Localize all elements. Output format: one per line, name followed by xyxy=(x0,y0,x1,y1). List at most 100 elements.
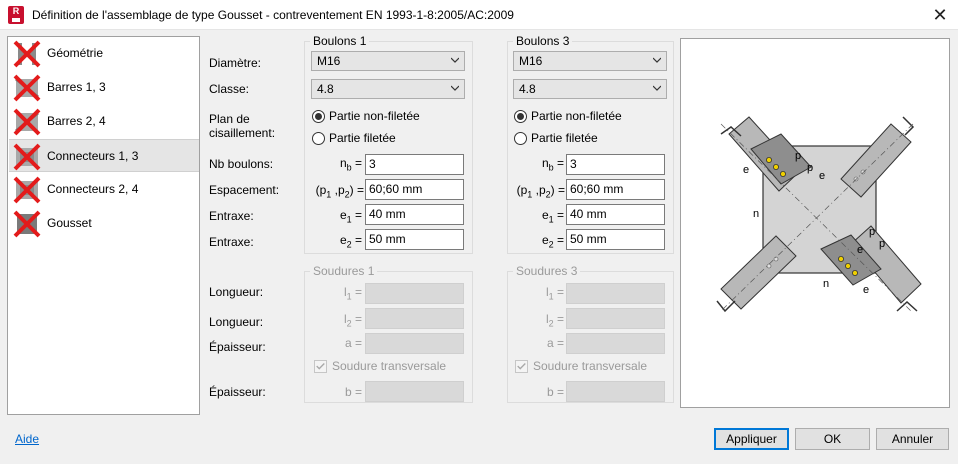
dim-e1-bottom: e xyxy=(857,244,863,256)
gusset-drawing: p p e e n n e p p e xyxy=(716,116,922,313)
symbol-b: b = xyxy=(344,385,362,399)
error-x-icon xyxy=(13,176,41,204)
error-x-icon xyxy=(13,74,41,102)
app-icon: R xyxy=(8,6,24,24)
bolt xyxy=(773,164,780,171)
label-epaisseur-1: Épaisseur: xyxy=(209,340,266,354)
close-button[interactable]: ✕ xyxy=(922,2,958,28)
label-classe: Classe: xyxy=(209,82,250,96)
symbol-a: a = xyxy=(344,336,362,350)
error-x-icon xyxy=(13,40,41,68)
radio-label: Partie non-filetée xyxy=(531,109,622,123)
checkbox-soudure-transversale-3[interactable] xyxy=(515,360,528,373)
radio-filetee-3[interactable] xyxy=(514,132,527,145)
error-x-icon xyxy=(13,108,41,136)
symbol-espacement: (p1 ,p2) = xyxy=(315,183,364,200)
label-entraxe-2: Entraxe: xyxy=(209,235,254,249)
nav-label: Géométrie xyxy=(47,46,104,60)
a-input-1 xyxy=(365,333,464,354)
bolt xyxy=(780,170,787,177)
title-bar: R Définition de l'assemblage de type Gou… xyxy=(0,0,958,30)
label-espacement: Espacement: xyxy=(209,183,280,197)
e2-input-1[interactable]: 50 mm xyxy=(365,229,464,250)
label-entraxe-1: Entraxe: xyxy=(209,209,254,223)
radio-non-filetee-1[interactable] xyxy=(312,110,325,123)
nav-item-barres-1-3[interactable]: Barres 1, 3 xyxy=(9,71,199,104)
label-longueur-2: Longueur: xyxy=(209,315,264,329)
b-input-3 xyxy=(566,381,665,402)
nb-boulons-input-3[interactable]: 3 xyxy=(566,154,665,175)
l1-input-1 xyxy=(365,283,464,304)
symbol-a: a = xyxy=(546,336,564,350)
label-nb-boulons: Nb boulons: xyxy=(209,157,274,171)
radio-label: Partie filetée xyxy=(531,131,598,145)
l2-input-3 xyxy=(566,308,665,329)
symbol-e2: e2 = xyxy=(339,233,362,250)
help-link[interactable]: Aide xyxy=(15,432,39,446)
symbol-e1: e1 = xyxy=(541,208,564,225)
dim-e2-top: e xyxy=(743,164,749,176)
angle-tr xyxy=(902,116,915,136)
diametre-select-3[interactable]: M16 xyxy=(513,51,667,71)
chevron-down-icon xyxy=(451,85,459,91)
classe-value: 4.8 xyxy=(519,82,536,96)
classe-select-3[interactable]: 4.8 xyxy=(513,79,667,99)
angle-br xyxy=(896,300,918,312)
dim-p2-top: p xyxy=(795,150,801,162)
classe-select-1[interactable]: 4.8 xyxy=(311,79,465,99)
radio-filetee-1[interactable] xyxy=(312,132,325,145)
cancel-button[interactable]: Annuler xyxy=(876,428,949,450)
nav-label: Connecteurs 1, 3 xyxy=(47,149,139,163)
nav-item-connecteurs-1-3[interactable]: Connecteurs 1, 3 xyxy=(9,139,199,172)
dim-p2-bottom: p xyxy=(879,238,885,250)
bolt xyxy=(837,255,844,262)
symbol-l2: l2 = xyxy=(545,312,564,329)
bolt xyxy=(766,157,773,164)
symbol-e1: e1 = xyxy=(339,208,362,225)
espacement-input-3[interactable]: 60;60 mm xyxy=(566,179,665,200)
checkbox-label: Soudure transversale xyxy=(332,359,447,373)
bolt-hole xyxy=(766,263,772,269)
e2-input-3[interactable]: 50 mm xyxy=(566,229,665,250)
a-input-3 xyxy=(566,333,665,354)
bolt-hole xyxy=(860,169,866,175)
label-longueur-1: Longueur: xyxy=(209,285,264,299)
radio-label: Partie filetée xyxy=(329,131,396,145)
espacement-input-1[interactable]: 60;60 mm xyxy=(365,179,464,200)
dim-n-left: n xyxy=(753,208,759,220)
l2-input-1 xyxy=(365,308,464,329)
nav-label: Gousset xyxy=(47,216,92,230)
dim-e1-top: e xyxy=(819,170,825,182)
classe-value: 4.8 xyxy=(317,82,334,96)
symbol-espacement: (p1 ,p2) = xyxy=(516,183,565,200)
section-list: Géométrie Barres 1, 3 Barres 2, 4 Connec… xyxy=(7,36,200,415)
chevron-down-icon xyxy=(653,85,661,91)
label-epaisseur-2: Épaisseur: xyxy=(209,385,266,399)
radio-non-filetee-3[interactable] xyxy=(514,110,527,123)
l1-input-3 xyxy=(566,283,665,304)
symbol-l1: l1 = xyxy=(545,285,564,302)
check-icon xyxy=(316,363,325,370)
nav-item-connecteurs-2-4[interactable]: Connecteurs 2, 4 xyxy=(9,173,199,206)
nav-label: Connecteurs 2, 4 xyxy=(47,182,139,196)
close-icon: ✕ xyxy=(932,5,948,25)
nav-item-gousset[interactable]: Gousset xyxy=(9,207,199,240)
dim-p1-top: p xyxy=(807,162,813,174)
group-title-soudures-1: Soudures 1 xyxy=(310,264,378,278)
symbol-nb: nb = xyxy=(339,156,362,173)
nb-boulons-input-1[interactable]: 3 xyxy=(365,154,464,175)
nav-item-barres-2-4[interactable]: Barres 2, 4 xyxy=(9,105,199,138)
symbol-nb: nb = xyxy=(541,156,564,173)
checkbox-soudure-transversale-1[interactable] xyxy=(314,360,327,373)
apply-button[interactable]: Appliquer xyxy=(714,428,789,450)
symbol-b: b = xyxy=(546,385,564,399)
diametre-select-1[interactable]: M16 xyxy=(311,51,465,71)
nav-item-geometrie[interactable]: Géométrie xyxy=(9,37,199,70)
e1-input-3[interactable]: 40 mm xyxy=(566,204,665,225)
ok-button[interactable]: OK xyxy=(795,428,870,450)
checkbox-label: Soudure transversale xyxy=(533,359,648,373)
e1-input-1[interactable]: 40 mm xyxy=(365,204,464,225)
check-icon xyxy=(517,363,526,370)
dim-n-bottom: n xyxy=(823,278,829,290)
bolt xyxy=(844,262,851,269)
